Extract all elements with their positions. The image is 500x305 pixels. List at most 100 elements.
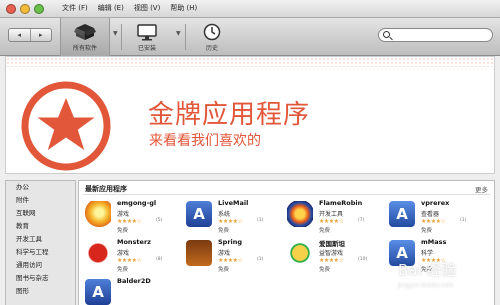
sidebar-item-science[interactable]: 科学与工程 bbox=[6, 246, 75, 259]
app-category: 系统 bbox=[218, 211, 231, 218]
featured-banner[interactable]: 金牌应用程序 来看看我们喜欢的 bbox=[5, 56, 495, 174]
app-name: emgong-gl bbox=[117, 199, 157, 207]
banner-content: 金牌应用程序 来看看我们喜欢的 bbox=[6, 67, 494, 173]
rating-stars: ★★★★☆ bbox=[319, 257, 344, 264]
rating-stars: ★★★★☆ bbox=[319, 218, 344, 225]
installed-tab[interactable]: 已安装 bbox=[125, 18, 169, 56]
flamerobin-icon bbox=[287, 201, 313, 227]
open-box-icon bbox=[74, 24, 96, 40]
rating-count: (7) bbox=[358, 218, 365, 223]
app-tile[interactable]: A LiveMail 系统 ★★★★☆ (1) 免费 bbox=[186, 198, 286, 234]
category-sidebar: 办公 附件 互联网 教育 开发工具 科学与工程 通用访问 图书与杂志 图形 bbox=[5, 180, 76, 305]
all-software-tab[interactable]: 所有软件 bbox=[60, 18, 110, 56]
star-badge-icon bbox=[21, 81, 111, 171]
menu-help[interactable]: 帮助 (H) bbox=[170, 3, 197, 13]
rating-stars: ★★★★☆ bbox=[218, 257, 243, 264]
banner-title: 金牌应用程序 bbox=[148, 100, 311, 130]
app-price: 免费 bbox=[117, 228, 129, 234]
chevron-down-icon[interactable]: ▼ bbox=[113, 30, 118, 37]
sidebar-item-graphics[interactable]: 图形 bbox=[6, 285, 75, 298]
app-name: Monsterz bbox=[117, 238, 151, 246]
rating-stars: ★★★★☆ bbox=[117, 218, 142, 225]
sidebar-item-universal-access[interactable]: 通用访问 bbox=[6, 259, 75, 272]
app-tile[interactable]: Monsterz 游戏 ★★★★☆ (8) 免费 bbox=[85, 237, 185, 273]
history-tab[interactable]: 历史 bbox=[190, 18, 234, 56]
back-button[interactable]: ◂ bbox=[9, 29, 30, 41]
menu-bar: 文件 (F) 编辑 (E) 视图 (V) 帮助 (H) bbox=[62, 3, 197, 13]
app-name: vprerex bbox=[421, 199, 450, 207]
sidebar-item-books[interactable]: 图书与杂志 bbox=[6, 272, 75, 285]
einstein-game-icon bbox=[287, 240, 313, 266]
sidebar-item-internet[interactable]: 互联网 bbox=[6, 207, 75, 220]
menu-file[interactable]: 文件 (F) bbox=[62, 3, 88, 13]
monitor-icon bbox=[137, 24, 157, 41]
more-link[interactable]: 更多 bbox=[475, 184, 488, 194]
sidebar-item-developer-tools[interactable]: 开发工具 bbox=[6, 233, 75, 246]
banner-subtitle: 来看看我们喜欢的 bbox=[149, 133, 261, 149]
monster-icon bbox=[85, 240, 111, 266]
rating-count: (8) bbox=[156, 257, 163, 262]
app-price: 免费 bbox=[421, 228, 433, 234]
app-name: Balder2D bbox=[117, 277, 151, 285]
sidebar-item-accessories[interactable]: 附件 bbox=[6, 194, 75, 207]
app-tile[interactable]: FlameRobin 开发工具 ★★★★☆ (7) 免费 bbox=[287, 198, 387, 234]
rating-stars: ★★★★☆ bbox=[421, 218, 446, 225]
rating-count: (1) bbox=[460, 218, 467, 223]
clock-icon bbox=[203, 23, 221, 41]
app-name: mMass bbox=[421, 238, 447, 246]
fireball-icon bbox=[85, 201, 111, 227]
rating-stars: ★★★★☆ bbox=[117, 257, 142, 264]
rating-count: (10) bbox=[358, 257, 368, 262]
app-store-icon: A bbox=[186, 201, 212, 227]
window-titlebar: 文件 (F) 编辑 (E) 视图 (V) 帮助 (H) bbox=[0, 0, 500, 18]
rating-count: (1) bbox=[257, 218, 264, 223]
app-tile[interactable]: A Balder2D bbox=[85, 276, 185, 305]
nav-buttons: ◂ ▸ bbox=[8, 28, 52, 42]
app-store-icon: A bbox=[389, 201, 415, 227]
app-price: 免费 bbox=[319, 228, 331, 234]
toolbar-divider bbox=[185, 24, 186, 50]
app-name: 爱国斯坦 bbox=[319, 240, 345, 248]
app-tile[interactable]: Spring 游戏 ★★★★☆ (1) 免费 bbox=[186, 237, 286, 273]
close-window-button[interactable] bbox=[6, 4, 16, 14]
app-tile[interactable]: emgong-gl 游戏 ★★★★☆ (5) 免费 bbox=[85, 198, 185, 234]
sidebar-item-office[interactable]: 办公 bbox=[6, 181, 75, 194]
rating-count: (1) bbox=[257, 257, 264, 262]
app-category: 游戏 bbox=[117, 250, 130, 257]
search-icon bbox=[383, 31, 390, 38]
app-category: 科学 bbox=[421, 250, 434, 257]
app-price: 免费 bbox=[218, 228, 230, 234]
section-title: 最新应用程序 bbox=[85, 185, 127, 193]
toolbar-divider bbox=[121, 24, 122, 50]
app-category: 开发工具 bbox=[319, 211, 344, 218]
app-price: 免费 bbox=[319, 267, 331, 273]
rating-count: (5) bbox=[156, 218, 163, 223]
minimize-window-button[interactable] bbox=[20, 4, 30, 14]
all-software-label: 所有软件 bbox=[72, 45, 97, 52]
app-tile[interactable]: 爱国斯坦 益智游戏 ★★★★☆ (10) 免费 bbox=[287, 237, 387, 273]
sidebar-item-education[interactable]: 教育 bbox=[6, 220, 75, 233]
forward-button[interactable]: ▸ bbox=[29, 29, 52, 41]
app-category: 游戏 bbox=[218, 250, 231, 257]
app-store-icon: A bbox=[85, 279, 111, 305]
app-category: 游戏 bbox=[117, 211, 130, 218]
divider bbox=[83, 194, 490, 195]
maximize-window-button[interactable] bbox=[34, 4, 44, 14]
app-tile[interactable]: A vprerex 查看器 ★★★★☆ (1) 免费 bbox=[389, 198, 489, 234]
rating-stars: ★★★★☆ bbox=[218, 218, 243, 225]
installed-label: 已安装 bbox=[137, 45, 156, 52]
spring-icon bbox=[186, 240, 212, 266]
toolbar: ◂ ▸ 所有软件 ▼ 已安装 ▼ 历史 bbox=[0, 18, 500, 56]
menu-view[interactable]: 视图 (V) bbox=[134, 3, 160, 13]
menu-edit[interactable]: 编辑 (E) bbox=[98, 3, 124, 13]
watermark-url: jingyan.baidu.com bbox=[398, 282, 454, 289]
app-price: 免费 bbox=[218, 267, 230, 273]
history-label: 历史 bbox=[205, 45, 218, 52]
watermark: Bai 经验 bbox=[398, 261, 457, 279]
search-input[interactable] bbox=[378, 28, 493, 42]
app-price: 免费 bbox=[117, 267, 129, 273]
app-category: 益智游戏 bbox=[319, 250, 344, 257]
app-name: Spring bbox=[218, 238, 243, 246]
app-name: LiveMail bbox=[218, 199, 249, 207]
chevron-down-icon[interactable]: ▼ bbox=[176, 30, 181, 37]
